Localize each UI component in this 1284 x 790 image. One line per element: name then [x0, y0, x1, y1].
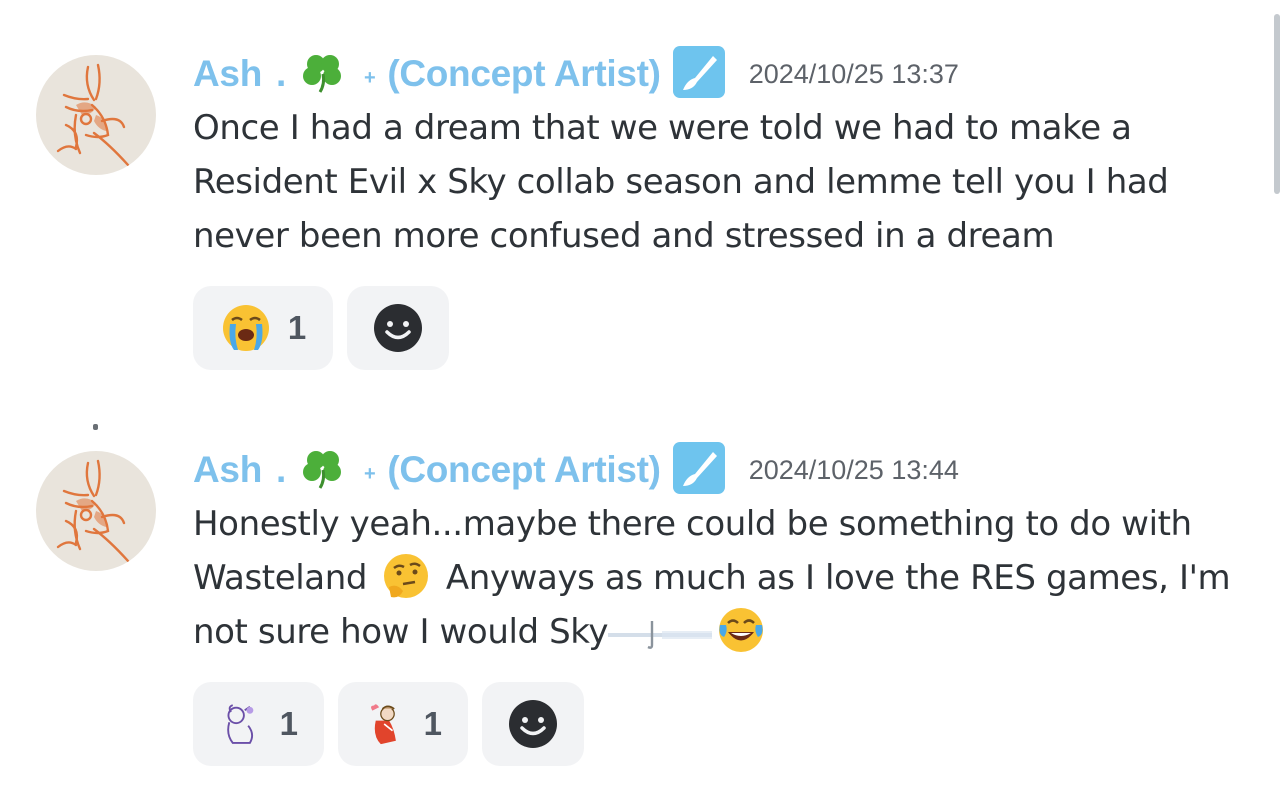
avatar[interactable] [36, 451, 156, 571]
add-reaction-smiley-icon [509, 700, 557, 748]
reaction-count: 1 [279, 705, 298, 742]
author-role: (Concept Artist) [387, 448, 661, 490]
reaction-count: 1 [423, 705, 442, 742]
scrollbar[interactable] [1274, 14, 1280, 194]
author-name[interactable]: Ash . + (Concept Artist) [193, 50, 661, 95]
message-text: Once I had a dream that we were told we … [193, 108, 1169, 256]
author-plus: + [363, 66, 376, 89]
author-dot: . [275, 52, 286, 94]
add-reaction-button[interactable] [482, 682, 584, 766]
message-header: Ash . + (Concept Artist) 2024/10/25 13:3… [193, 46, 959, 98]
thinking-face-icon [384, 554, 429, 598]
timestamp: 2024/10/25 13:44 [748, 454, 959, 485]
avatar-drawing-icon [56, 459, 130, 563]
author-plus: + [363, 462, 376, 485]
message-text: Honestly yeah...maybe there could be som… [193, 497, 1263, 659]
loudly-crying-face-icon [222, 305, 269, 351]
reaction-loudly-crying[interactable]: 1 [193, 286, 333, 370]
reaction-custom-2[interactable]: 1 [338, 682, 468, 766]
blurred-sticker-icon [608, 621, 713, 649]
author-dot: . [275, 448, 286, 490]
avatar-drawing-icon [56, 63, 130, 167]
avatar[interactable] [36, 55, 156, 175]
custom-sticker-red-cape-icon [371, 704, 396, 745]
message-header: Ash . + (Concept Artist) 2024/10/25 13:4… [193, 442, 959, 494]
author-name-text: Ash [193, 448, 262, 490]
shamrock-icon [302, 54, 341, 93]
role-brush-icon [672, 46, 725, 98]
role-brush-icon [672, 442, 725, 494]
add-reaction-button[interactable] [347, 286, 449, 370]
author-name-text: Ash [193, 52, 262, 94]
author-name[interactable]: Ash . + (Concept Artist) [193, 446, 661, 491]
divider-dot [93, 424, 98, 430]
add-reaction-smiley-icon [374, 304, 422, 352]
reaction-custom-1[interactable]: 1 [193, 682, 324, 766]
custom-sticker-purple-icon [227, 704, 254, 744]
shamrock-icon [302, 450, 341, 489]
author-role: (Concept Artist) [387, 52, 661, 94]
reaction-count: 1 [287, 309, 307, 346]
face-with-tears-of-joy-icon [719, 608, 764, 652]
reaction-bar: 1 [193, 286, 449, 370]
timestamp: 2024/10/25 13:37 [748, 58, 959, 89]
reaction-bar: 1 1 [193, 682, 584, 766]
